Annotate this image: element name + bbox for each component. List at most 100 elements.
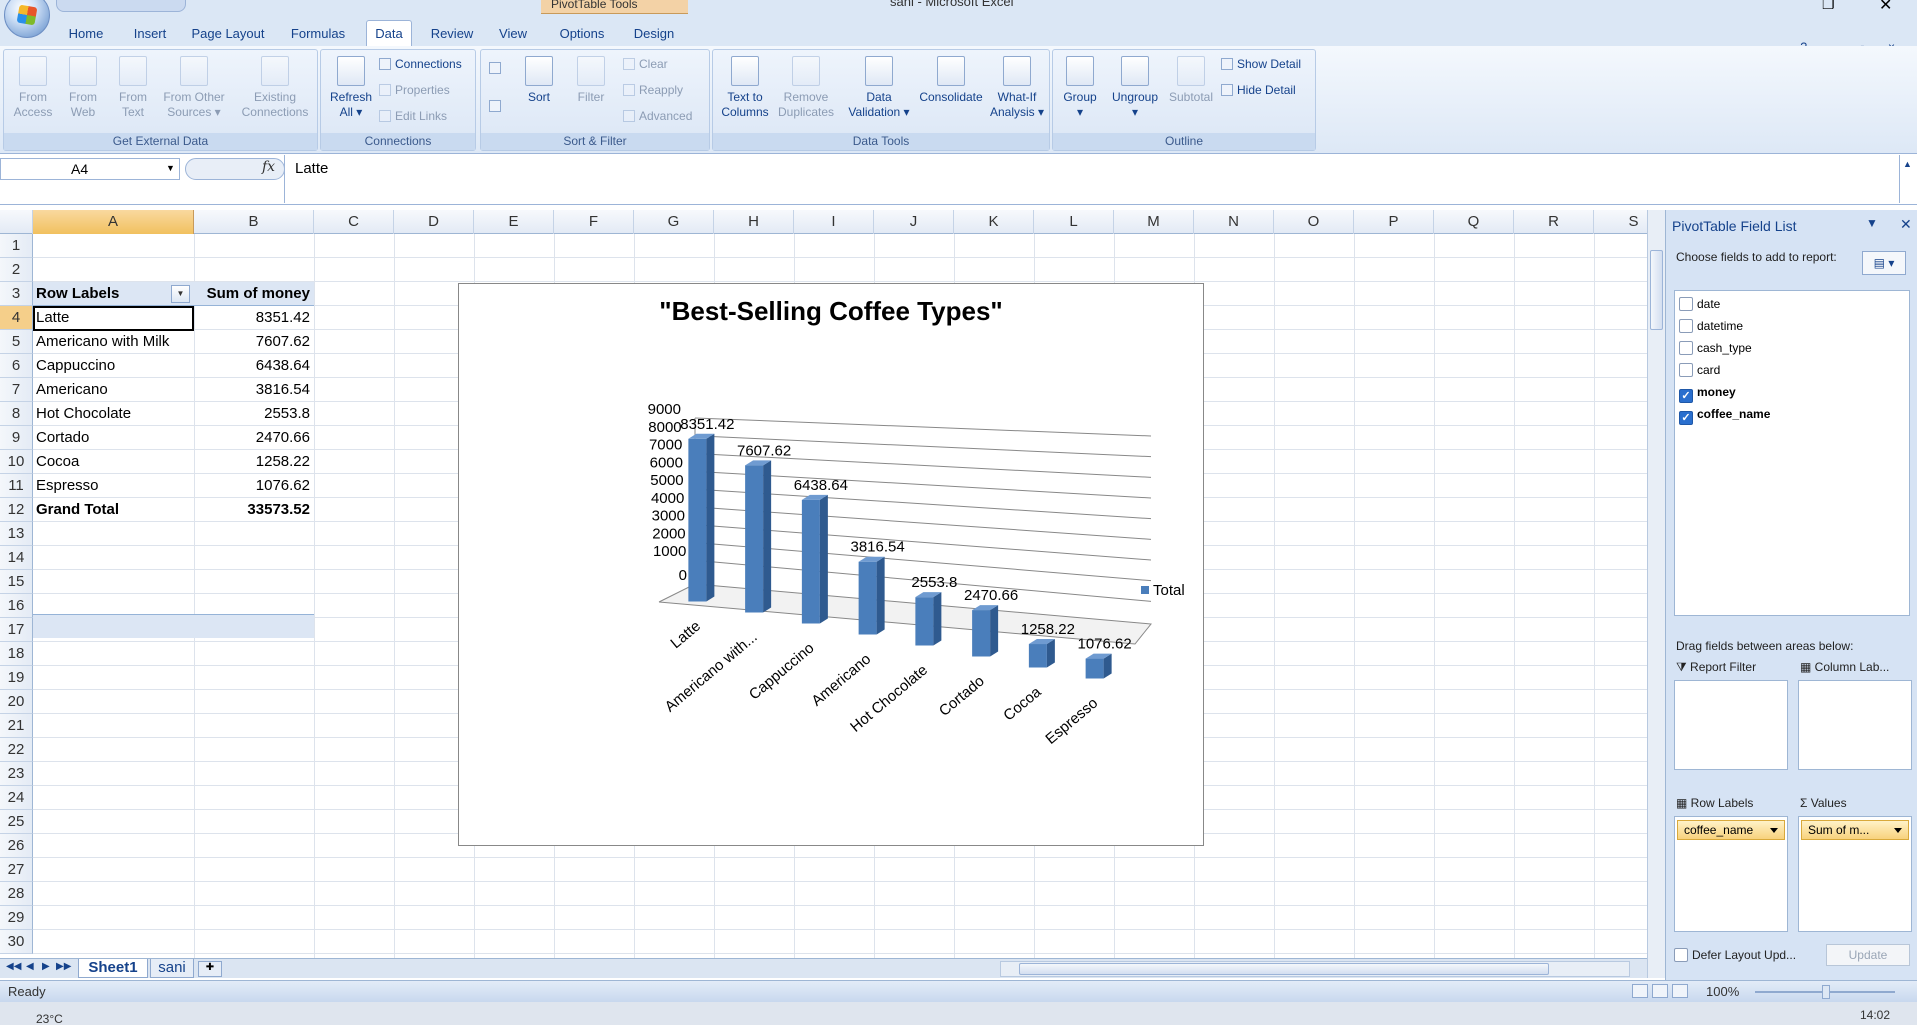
clock[interactable]: 14:02 xyxy=(1860,1008,1890,1022)
active-cell-selection[interactable] xyxy=(33,306,194,331)
pivot-row-value[interactable]: 1076.62 xyxy=(194,474,314,498)
row-header[interactable]: 13 xyxy=(0,522,33,546)
checkbox[interactable]: ✓ xyxy=(1679,389,1693,403)
advanced-button[interactable]: Advanced xyxy=(623,108,692,124)
checkbox[interactable] xyxy=(1679,363,1693,377)
pivot-grand-total-value[interactable]: 33573.52 xyxy=(194,498,314,522)
field-item-card[interactable]: card xyxy=(1679,359,1720,381)
row-header[interactable]: 9 xyxy=(0,426,33,450)
column-header[interactable]: P xyxy=(1354,210,1434,234)
hide-detail-button[interactable]: Hide Detail xyxy=(1221,82,1296,98)
column-header[interactable]: L xyxy=(1034,210,1114,234)
fx-icon[interactable]: fx xyxy=(262,159,275,175)
next-sheet-icon[interactable]: ▶ xyxy=(42,961,50,972)
close-icon[interactable]: ✕ xyxy=(1900,216,1912,233)
row-header[interactable]: 22 xyxy=(0,738,33,762)
row-field-coffee-name[interactable]: coffee_name xyxy=(1677,820,1785,840)
field-item-money[interactable]: ✓ money xyxy=(1679,381,1736,403)
row-header[interactable]: 3 xyxy=(0,282,33,306)
row-header[interactable]: 8 xyxy=(0,402,33,426)
checkbox[interactable] xyxy=(1674,948,1688,962)
column-header[interactable]: H xyxy=(714,210,794,234)
update-button[interactable]: Update xyxy=(1826,944,1910,966)
worksheet-grid[interactable]: A B C D E F G H I J K L M N O P Q R S 1 … xyxy=(0,210,1647,958)
row-header[interactable]: 25 xyxy=(0,810,33,834)
reapply-button[interactable]: Reapply xyxy=(623,82,683,98)
tab-design[interactable]: Design xyxy=(626,23,682,45)
row-header[interactable]: 14 xyxy=(0,546,33,570)
first-sheet-icon[interactable]: ◀◀ xyxy=(6,961,21,972)
column-header[interactable]: F xyxy=(554,210,634,234)
field-item-date[interactable]: date xyxy=(1679,293,1720,315)
subtotal-button[interactable]: Subtotal xyxy=(1163,56,1219,105)
row-header[interactable]: 30 xyxy=(0,930,33,954)
row-header[interactable]: 7 xyxy=(0,378,33,402)
weather-text[interactable]: 23°C xyxy=(36,1012,63,1025)
edit-links-button[interactable]: Edit Links xyxy=(379,108,447,124)
show-detail-button[interactable]: Show Detail xyxy=(1221,56,1301,72)
row-header[interactable]: 29 xyxy=(0,906,33,930)
what-if-analysis-button[interactable]: What-If Analysis ▾ xyxy=(985,56,1049,120)
zoom-level[interactable]: 100% xyxy=(1706,984,1739,999)
page-layout-view-icon[interactable] xyxy=(1652,984,1668,998)
prev-sheet-icon[interactable]: ◀ xyxy=(26,961,34,972)
pivot-row-label[interactable]: Hot Chocolate xyxy=(36,402,192,426)
column-header[interactable]: B xyxy=(194,210,314,234)
pivot-values-header[interactable]: Sum of money xyxy=(194,282,314,306)
pivot-row-labels-header[interactable]: Row Labels xyxy=(36,282,170,306)
row-header[interactable]: 6 xyxy=(0,354,33,378)
select-all-corner[interactable] xyxy=(0,210,33,234)
from-access-button[interactable]: From Access xyxy=(10,56,56,120)
tab-insert[interactable]: Insert xyxy=(122,23,178,45)
normal-view-icon[interactable] xyxy=(1632,984,1648,998)
chart-plot-area[interactable]: 0 100020003000400050006000700080009000835… xyxy=(459,284,1205,847)
column-header[interactable]: Q xyxy=(1434,210,1514,234)
pivot-grand-total-label[interactable]: Grand Total xyxy=(36,498,192,522)
field-layout-button[interactable]: ▤ ▾ xyxy=(1862,251,1906,275)
filter-dropdown-icon[interactable]: ▼ xyxy=(171,285,190,303)
pivot-row-value[interactable]: 3816.54 xyxy=(194,378,314,402)
sort-za-button[interactable] xyxy=(489,98,505,114)
row-header[interactable]: 12 xyxy=(0,498,33,522)
column-header[interactable]: I xyxy=(794,210,874,234)
column-header[interactable]: D xyxy=(394,210,474,234)
horizontal-scrollbar[interactable] xyxy=(1000,961,1630,977)
pivot-row-label[interactable]: Americano with Milk xyxy=(36,330,192,354)
pivot-chart[interactable]: "Best-Selling Coffee Types" 0 1000 2000 300… xyxy=(458,283,1204,846)
row-header[interactable]: 23 xyxy=(0,762,33,786)
scroll-thumb[interactable] xyxy=(1650,250,1663,330)
field-item-coffee-name[interactable]: ✓ coffee_name xyxy=(1679,403,1770,425)
checkbox[interactable] xyxy=(1679,297,1693,311)
column-header[interactable]: C xyxy=(314,210,394,234)
chevron-down-icon[interactable]: ▼ xyxy=(166,163,175,173)
row-header[interactable]: 21 xyxy=(0,714,33,738)
tab-formulas[interactable]: Formulas xyxy=(280,23,356,45)
from-web-button[interactable]: From Web xyxy=(60,56,106,120)
vertical-scrollbar[interactable] xyxy=(1647,210,1665,978)
column-header[interactable]: E xyxy=(474,210,554,234)
properties-button[interactable]: Properties xyxy=(379,82,450,98)
column-header[interactable]: O xyxy=(1274,210,1354,234)
tab-home[interactable]: Home xyxy=(58,23,114,45)
page-break-view-icon[interactable] xyxy=(1672,984,1688,998)
checkbox[interactable] xyxy=(1679,341,1693,355)
row-header[interactable]: 11 xyxy=(0,474,33,498)
field-item-cash-type[interactable]: cash_type xyxy=(1679,337,1752,359)
last-sheet-icon[interactable]: ▶▶ xyxy=(56,961,71,972)
column-header[interactable]: R xyxy=(1514,210,1594,234)
tab-view[interactable]: View xyxy=(490,23,536,45)
column-header[interactable]: G xyxy=(634,210,714,234)
existing-connections-button[interactable]: Existing Connections xyxy=(236,56,314,120)
restore-window-icon[interactable]: ❐ xyxy=(1822,0,1835,13)
filter-button[interactable]: Filter xyxy=(571,56,611,105)
checkbox[interactable]: ✓ xyxy=(1679,411,1693,425)
sort-button[interactable]: Sort xyxy=(519,56,559,105)
chevron-down-icon[interactable]: ▼ xyxy=(1866,216,1878,230)
sheet-tab-sheet1[interactable]: Sheet1 xyxy=(78,959,148,978)
remove-duplicates-button[interactable]: Remove Duplicates xyxy=(773,56,839,120)
column-labels-area[interactable] xyxy=(1798,680,1912,770)
row-header[interactable]: 15 xyxy=(0,570,33,594)
pivot-row-label[interactable]: Cortado xyxy=(36,426,192,450)
pivot-row-label[interactable]: Cappuccino xyxy=(36,354,192,378)
zoom-slider-thumb[interactable] xyxy=(1822,985,1830,999)
